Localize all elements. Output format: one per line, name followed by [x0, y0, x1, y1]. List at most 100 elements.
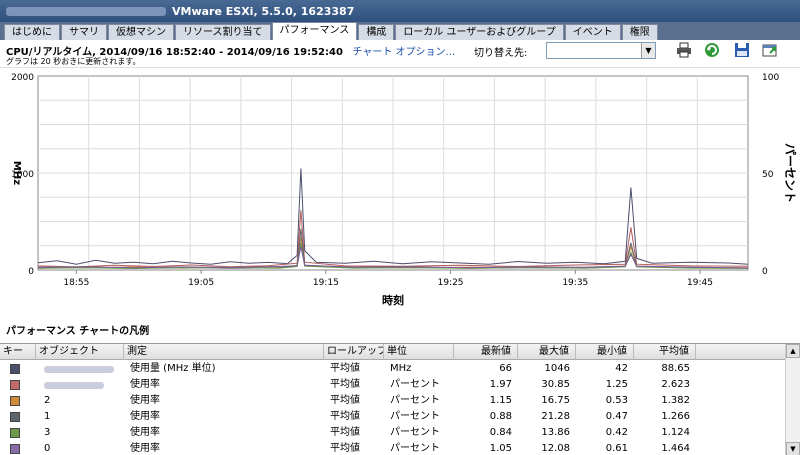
legend-header-row: キー オブジェクト 測定 ロールアップ 単位 最新値 最大値 最小値 平均値 [0, 344, 785, 360]
legend-min: 0.61 [605, 443, 628, 454]
chart-toolbar: CPU/リアルタイム, 2014/09/16 18:52:40 - 2014/0… [0, 40, 800, 68]
legend-row[interactable]: 0 使用率 平均値 パーセント 1.05 12.08 0.61 1.464 [0, 441, 785, 455]
y-tick-right: 0 [762, 267, 768, 277]
legend-unit: パーセント [390, 395, 440, 406]
legend-object: 0 [44, 443, 51, 454]
legend-measure: 使用率 [130, 411, 160, 422]
scroll-down-icon[interactable]: ▼ [786, 442, 800, 455]
switch-dropdown[interactable]: ▼ [546, 42, 656, 59]
legend-rollup: 平均値 [330, 395, 360, 406]
legend-max: 21.28 [541, 411, 570, 422]
refresh-icon[interactable] [704, 42, 720, 58]
legend-max: 1046 [544, 363, 570, 374]
legend-object: 1 [44, 411, 51, 422]
scroll-up-icon[interactable]: ▲ [786, 344, 800, 358]
tab-performance[interactable]: パフォーマンス [271, 22, 358, 40]
legend-latest: 1.15 [489, 395, 512, 406]
legend-object: 3 [44, 427, 51, 438]
print-icon[interactable] [676, 42, 692, 58]
tab-summary[interactable]: サマリ [61, 24, 107, 40]
y-axis-label-right: パーセント [783, 143, 797, 203]
legend-unit: MHz [390, 363, 412, 374]
x-tick-label: 19:05 [188, 278, 214, 288]
tab-configuration[interactable]: 構成 [358, 24, 395, 40]
legend-object: 2 [44, 395, 51, 406]
chart-options-link[interactable]: チャート オプション... [352, 47, 455, 58]
legend-measure: 使用率 [130, 443, 160, 454]
col-unit[interactable]: 単位 [384, 344, 454, 360]
legend-max: 16.75 [541, 395, 570, 406]
legend-measure: 使用量 (MHz 単位) [130, 363, 216, 374]
col-key[interactable]: キー [0, 344, 36, 360]
y-axis-label-left: MHz [11, 161, 22, 185]
col-object[interactable]: オブジェクト [36, 344, 124, 360]
legend-row[interactable]: 使用率 平均値 パーセント 1.97 30.85 1.25 2.623 [0, 377, 785, 393]
legend-avg: 1.124 [661, 427, 690, 438]
legend-unit: パーセント [390, 443, 440, 454]
popout-icon[interactable] [762, 42, 778, 58]
legend-measure: 使用率 [130, 379, 160, 390]
col-latest[interactable]: 最新値 [454, 344, 518, 360]
legend-rollup: 平均値 [330, 427, 360, 438]
legend-max: 13.86 [541, 427, 570, 438]
legend-avg: 1.464 [661, 443, 690, 454]
legend-rollup: 平均値 [330, 363, 360, 374]
chart-svg: 20001000010050018:55 19:05 19:15 19:25 19:35… [11, 73, 797, 307]
x-tick-label: 19:45 [687, 278, 713, 288]
legend-min: 42 [615, 363, 628, 374]
y-tick-right: 100 [762, 73, 779, 83]
legend-color-key [10, 412, 20, 422]
legend-rollup: 平均値 [330, 411, 360, 422]
legend-min: 0.53 [605, 395, 628, 406]
legend-min: 1.25 [605, 379, 628, 390]
legend-latest: 66 [499, 363, 512, 374]
y-tick-right: 50 [762, 170, 774, 180]
legend-measure: 使用率 [130, 427, 160, 438]
legend-max: 30.85 [541, 379, 570, 390]
legend-measure: 使用率 [130, 395, 160, 406]
y-tick-left: 0 [28, 267, 34, 277]
col-max[interactable]: 最大値 [518, 344, 576, 360]
tab-getting-started[interactable]: はじめに [4, 24, 60, 40]
legend-row[interactable]: 3 使用率 平均値 パーセント 0.84 13.86 0.42 1.124 [0, 425, 785, 441]
legend-row[interactable]: 使用量 (MHz 単位) 平均値 MHz 66 1046 42 88.65 [0, 361, 785, 377]
y-tick-left: 2000 [11, 73, 34, 83]
tab-events[interactable]: イベント [564, 24, 621, 40]
tab-virtual-machines[interactable]: 仮想マシン [108, 24, 174, 40]
performance-chart: 2000 1000 0 100 50 0 18:55 19:05 19:15 19:25 19:35… [0, 68, 800, 312]
legend-rollup: 平均値 [330, 443, 360, 454]
save-icon[interactable] [734, 42, 750, 58]
legend-object [44, 361, 124, 377]
legend-avg: 88.65 [661, 363, 690, 374]
legend-unit: パーセント [390, 379, 440, 390]
col-measure[interactable]: 測定 [124, 344, 324, 360]
col-min[interactable]: 最小値 [576, 344, 634, 360]
legend-latest: 0.88 [489, 411, 512, 422]
tab-permissions[interactable]: 権限 [621, 24, 658, 40]
col-rollup[interactable]: ロールアップ [324, 344, 384, 360]
legend-color-key [10, 380, 20, 390]
legend-unit: パーセント [390, 427, 440, 438]
chevron-down-icon[interactable]: ▼ [641, 43, 655, 58]
legend-avg: 1.266 [661, 411, 690, 422]
switch-label: 切り替え先: [474, 48, 528, 59]
legend-row[interactable]: 1 使用率 平均値 パーセント 0.88 21.28 0.47 1.266 [0, 409, 785, 425]
legend-rollup: 平均値 [330, 379, 360, 390]
legend-scrollbar[interactable]: ▲ ▼ [785, 344, 800, 455]
legend-color-key [10, 396, 20, 406]
x-tick-label: 19:15 [313, 278, 339, 288]
legend-color-key [10, 364, 20, 374]
legend-table: キー オブジェクト 測定 ロールアップ 単位 最新値 最大値 最小値 平均値 使… [0, 343, 800, 455]
window-title: VMware ESXi, 5.5.0, 1623387 [172, 4, 355, 18]
x-tick-label: 19:25 [438, 278, 464, 288]
x-tick-label: 19:35 [562, 278, 588, 288]
tab-local-users-groups[interactable]: ローカル ユーザーおよびグループ [395, 24, 564, 40]
x-axis-label: 時刻 [382, 293, 404, 307]
host-name-redacted [6, 6, 166, 16]
tab-resource-allocation[interactable]: リソース割り当て [175, 24, 271, 40]
legend-unit: パーセント [390, 411, 440, 422]
legend-latest: 1.97 [489, 379, 512, 390]
x-tick-label: 18:55 [63, 278, 89, 288]
legend-row[interactable]: 2 使用率 平均値 パーセント 1.15 16.75 0.53 1.382 [0, 393, 785, 409]
col-avg[interactable]: 平均値 [634, 344, 696, 360]
